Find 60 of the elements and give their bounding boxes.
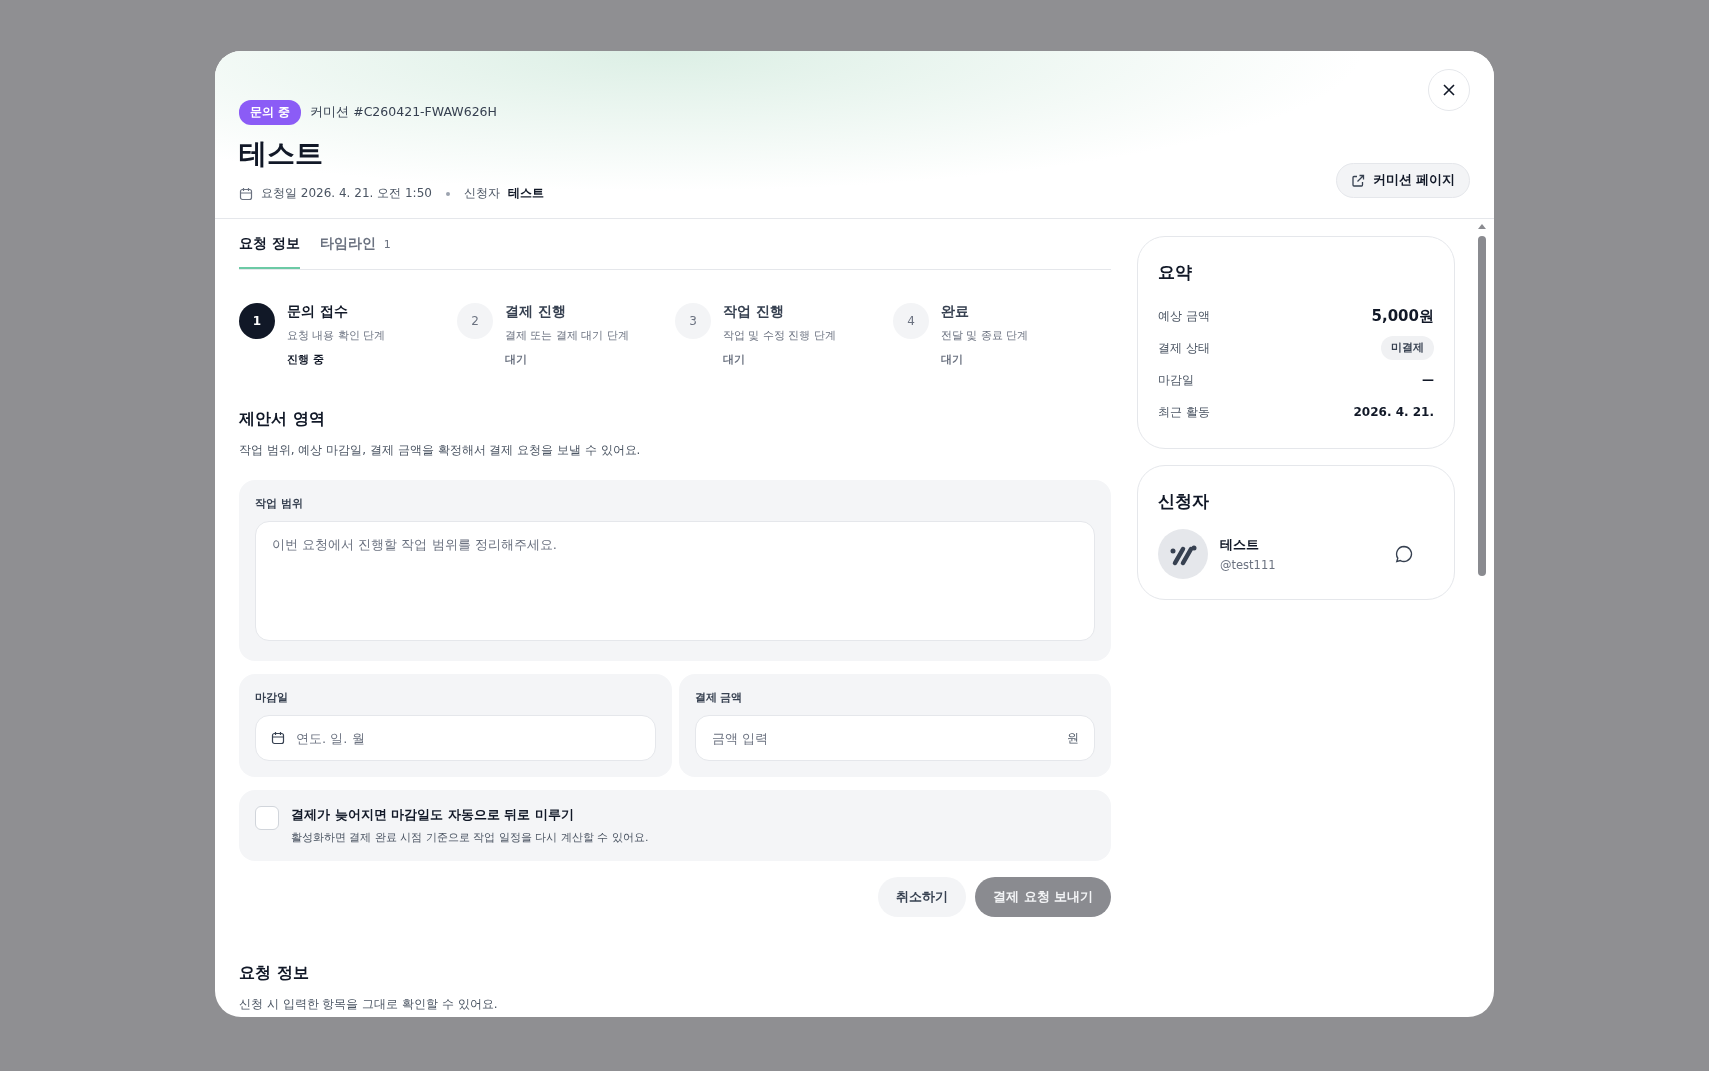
scrollbar-thumb[interactable] (1478, 236, 1486, 576)
section-description: 신청 시 입력한 항목을 그대로 확인할 수 있어요. (239, 996, 499, 1013)
step-description: 결제 또는 결제 대기 단계 (505, 328, 629, 343)
section-description: 작업 범위, 예상 마감일, 결제 금액을 확정해서 결제 요청을 보낼 수 있어요. (239, 442, 642, 459)
step-title: 결제 진행 (505, 303, 567, 321)
step-status: 진행 중 (287, 353, 325, 367)
commission-id: 커미션 #C260421-FWAW626H (310, 104, 497, 121)
step-description: 요청 내용 확인 단계 (287, 328, 386, 343)
requester-handle: @test111 (1220, 558, 1276, 572)
step-title: 문의 접수 (287, 303, 349, 321)
status-badge: 문의 중 (239, 100, 302, 125)
tab[interactable]: 타임라인 1 (319, 235, 391, 269)
card-title: 신청자 (1158, 490, 1210, 513)
card-title: 요약 (1158, 261, 1193, 284)
avatar-icon (1158, 529, 1208, 579)
scope-textarea[interactable]: 이번 요청에서 진행할 작업 범위를 정리해주세요. (255, 521, 1095, 641)
section-title: 제안서 영역 (239, 409, 326, 430)
requester-label: 신청자 (463, 185, 500, 202)
payment-status-badge: 미결제 (1381, 336, 1434, 360)
modal-title: 테스트 (239, 136, 324, 172)
close-button[interactable] (1428, 69, 1470, 111)
calendar-icon (239, 186, 253, 201)
chat-icon[interactable] (1394, 544, 1414, 564)
option-label: 결제가 늦어지면 마감일도 자동으로 뒤로 미루기 (291, 806, 575, 824)
checkbox[interactable] (255, 806, 279, 830)
summary-value: 2026. 4. 21. (1353, 405, 1434, 419)
cancel-button[interactable]: 취소하기 (878, 877, 967, 917)
requester-name: 테스트 (1220, 536, 1260, 554)
date-field[interactable]: 연도. 일. 월 (255, 715, 656, 761)
step-status: 대기 (723, 353, 746, 367)
currency-unit: 원 (1067, 730, 1079, 747)
summary-value: 5,000원 (1371, 306, 1434, 326)
step-title: 작업 진행 (723, 303, 785, 321)
close-icon (1442, 83, 1456, 97)
step-number: 3 (675, 303, 711, 339)
summary-value: — (1422, 373, 1434, 387)
tab[interactable]: 요청 정보 (239, 235, 300, 269)
option-description: 활성화하면 결제 완료 시점 기준으로 작업 일정을 다시 계산할 수 있어요. (291, 830, 649, 845)
external-link-icon (1350, 173, 1365, 188)
summary-label: 최근 활동 (1158, 404, 1210, 420)
calendar-icon (271, 731, 285, 745)
summary-label: 결제 상태 (1158, 340, 1210, 356)
request-date: 요청일 2026. 4. 21. 오전 1:50 (261, 185, 432, 202)
section-title: 요청 정보 (239, 963, 310, 984)
commission-page-button[interactable]: 커미션 페이지 (1335, 163, 1470, 198)
field-label: 결제 금액 (694, 690, 744, 705)
step-number: 2 (457, 303, 493, 339)
separator-dot (445, 191, 450, 196)
step-title: 완료 (941, 303, 970, 321)
step-description: 작업 및 수정 진행 단계 (723, 328, 836, 343)
step-description: 전달 및 종료 단계 (941, 328, 1029, 343)
step-number: 1 (239, 303, 275, 339)
field-label: 마감일 (255, 690, 289, 705)
requester-name: 테스트 (507, 185, 544, 202)
step-status: 대기 (941, 353, 964, 367)
summary-label: 예상 금액 (1158, 308, 1210, 324)
step-status: 대기 (505, 353, 528, 367)
step-number: 4 (893, 303, 929, 339)
summary-label: 마감일 (1158, 372, 1194, 388)
field-label: 작업 범위 (255, 496, 304, 511)
